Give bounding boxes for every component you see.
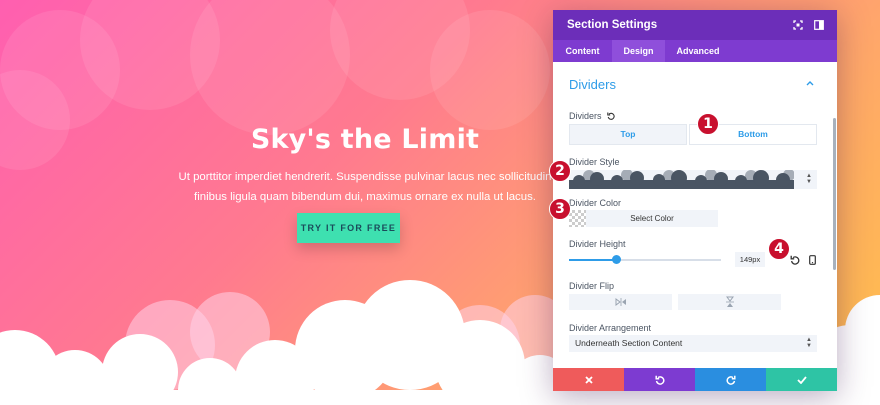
flip-vertical-button[interactable] xyxy=(678,294,781,310)
select-arrows-icon: ▲ ▼ xyxy=(806,337,812,349)
reset-icon[interactable] xyxy=(789,254,801,266)
try-it-button[interactable]: TRY IT FOR FREE xyxy=(297,213,400,243)
tab-design[interactable]: Design xyxy=(612,40,665,62)
flip-vertical-icon xyxy=(725,296,734,307)
divider-height-value[interactable]: 149px xyxy=(735,252,765,267)
callout-marker: 1 xyxy=(697,113,719,135)
divider-top-button[interactable]: Top xyxy=(569,124,687,145)
save-button[interactable] xyxy=(766,368,837,391)
panel-footer xyxy=(553,368,837,391)
callout-marker: 4 xyxy=(768,238,790,260)
reset-icon[interactable] xyxy=(607,112,615,122)
select-color-label: Select Color xyxy=(630,214,674,223)
divider-arrangement-select[interactable]: Underneath Section Content ▲ ▼ xyxy=(569,335,817,352)
divider-height-label: Divider Height xyxy=(569,239,626,249)
divider-style-label: Divider Style xyxy=(569,157,620,167)
hero-description: Ut porttitor imperdiet hendrerit. Suspen… xyxy=(150,167,580,207)
select-arrows-icon: ▲ ▼ xyxy=(806,173,812,185)
section-settings-panel: Section Settings Content Design Advanced… xyxy=(553,10,837,391)
fullscreen-icon[interactable] xyxy=(791,18,805,32)
mobile-device-icon[interactable] xyxy=(806,254,818,266)
divider-arrangement-label: Divider Arrangement xyxy=(569,323,652,333)
redo-icon xyxy=(726,375,736,385)
panel-title: Section Settings xyxy=(567,19,658,31)
undo-button[interactable] xyxy=(624,368,695,391)
panel-body: Dividers Dividers Top Bottom Divider Sty… xyxy=(553,62,837,368)
panel-scrollbar[interactable] xyxy=(833,118,836,270)
chevron-up-icon[interactable] xyxy=(806,78,814,89)
tab-content[interactable]: Content xyxy=(553,40,612,62)
divider-style-select[interactable]: ▲ ▼ xyxy=(569,170,817,189)
slider-fill xyxy=(569,259,617,261)
callout-marker: 2 xyxy=(549,160,571,182)
close-icon xyxy=(584,375,593,384)
flip-horizontal-icon xyxy=(615,298,626,306)
dividers-label: Dividers xyxy=(569,111,615,122)
divider-color-label: Divider Color xyxy=(569,198,622,208)
slider-handle[interactable] xyxy=(612,255,622,264)
split-view-icon[interactable] xyxy=(812,18,826,32)
hero-text-line: finibus ligula quam bibendum dui, maximu… xyxy=(194,191,536,203)
undo-icon xyxy=(654,375,664,385)
transparent-swatch-icon xyxy=(569,210,586,227)
hero-title: Sky's the Limit xyxy=(250,124,480,155)
tab-bar: Content Design Advanced xyxy=(553,40,837,62)
check-icon xyxy=(796,375,807,384)
divider-arrangement-value: Underneath Section Content xyxy=(575,338,683,348)
panel-header: Section Settings xyxy=(553,10,837,40)
dividers-label-text: Dividers xyxy=(569,111,602,121)
divider-flip-label: Divider Flip xyxy=(569,281,615,291)
select-color-button[interactable]: Select Color xyxy=(569,210,718,227)
callout-marker: 3 xyxy=(549,198,571,220)
dividers-section-title[interactable]: Dividers xyxy=(569,77,616,92)
discard-button[interactable] xyxy=(553,368,624,391)
divider-height-slider[interactable] xyxy=(569,255,721,264)
flip-horizontal-button[interactable] xyxy=(569,294,672,310)
tab-advanced[interactable]: Advanced xyxy=(665,40,731,62)
hero-text-line: Ut porttitor imperdiet hendrerit. Suspen… xyxy=(178,171,552,183)
cloud-divider-preview xyxy=(569,170,794,189)
redo-button[interactable] xyxy=(695,368,766,391)
